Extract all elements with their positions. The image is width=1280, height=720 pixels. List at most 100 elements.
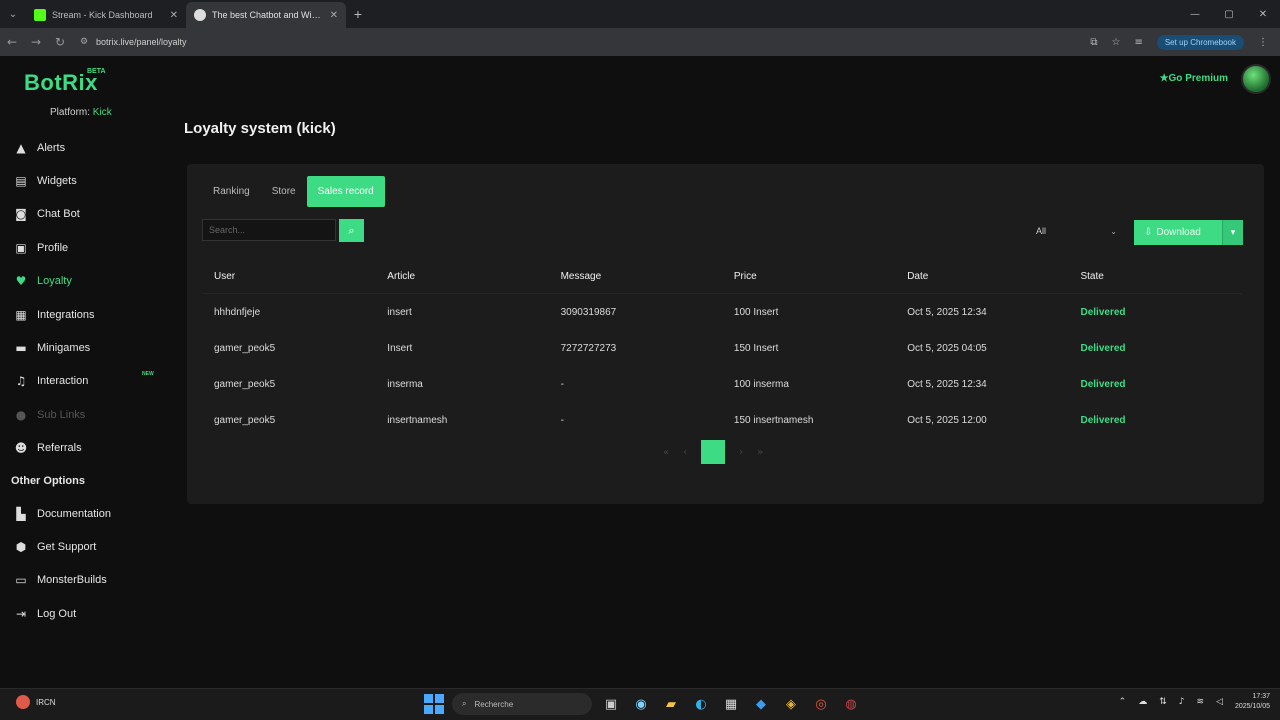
sidebar-item-chat-bot[interactable]: ◙ Chat Bot <box>0 198 155 231</box>
os-taskbar: IRCN ⌕ Recherche ▣ ◉ ▰ ◐ ▦ ◆ ◈ ◎ ◍ ⌃ ☁ ⇅ … <box>0 688 1280 720</box>
other-options-heading: Other Options <box>11 475 85 487</box>
widgets-icon: ▤ <box>15 174 27 189</box>
column-header[interactable]: Date <box>895 271 1068 282</box>
sidebar-item-alerts[interactable]: ▲ Alerts <box>0 131 155 164</box>
forward-icon[interactable]: → <box>24 35 48 49</box>
browser-tab-active[interactable]: The best Chatbot and Widget... ✕ <box>186 2 346 28</box>
vscode-icon[interactable]: ◆ <box>750 693 772 715</box>
minimize-icon[interactable]: — <box>1178 0 1212 28</box>
sidebar-item-loyalty[interactable]: ♥ Loyalty <box>0 265 155 298</box>
sidebar-item-label: Profile <box>37 241 69 254</box>
site-info-icon[interactable]: ⚙ <box>80 37 90 47</box>
volume-icon[interactable]: ◁ <box>1216 697 1223 707</box>
wifi-icon[interactable]: ≋ <box>1196 697 1204 707</box>
browser-tab[interactable]: Stream - Kick Dashboard ✕ <box>26 2 186 28</box>
support-icon: ⬢ <box>15 540 27 555</box>
profile-resume-button[interactable]: Set up Chromebook <box>1156 34 1244 50</box>
sidebar-item-integrations[interactable]: ▦ Integrations <box>0 298 155 331</box>
avatar[interactable] <box>1241 64 1271 94</box>
mic-icon[interactable]: ♪ <box>1179 697 1185 707</box>
search-button[interactable]: ⌕ <box>339 219 364 242</box>
sidebar-item-log-out[interactable]: ⇥ Log Out <box>0 597 155 630</box>
back-icon[interactable]: ← <box>0 35 24 49</box>
sidebar-item-documentation[interactable]: ▙ Documentation <box>0 497 155 530</box>
file-explorer-icon[interactable]: ▰ <box>660 693 682 715</box>
column-header[interactable]: User <box>202 271 375 282</box>
status-badge[interactable]: Delivered <box>1068 307 1241 318</box>
search-input[interactable] <box>202 219 336 241</box>
cell-message: 3090319867 <box>560 306 617 318</box>
logout-icon: ⇥ <box>15 606 27 621</box>
chrome-icon[interactable]: ◎ <box>810 693 832 715</box>
sidebar-item-interaction[interactable]: ♫ Interaction NEW <box>0 365 155 398</box>
first-page-icon[interactable]: « <box>663 447 669 458</box>
sidebar-nav: ▲ Alerts ▤ Widgets ◙ Chat Bot ▣ Profile ♥ Loy… <box>0 131 155 465</box>
state-filter-select[interactable]: All ⌄ <box>1030 222 1123 240</box>
sidebar-item-monsterbuilds[interactable]: ▭ MonsterBuilds <box>0 564 155 597</box>
status-badge[interactable]: Delivered <box>1068 343 1241 354</box>
weather-widget[interactable]: IRCN <box>16 695 56 709</box>
sidebar-item-label: Alerts <box>37 141 66 154</box>
chevron-up-icon[interactable]: ⌃ <box>1119 697 1127 707</box>
copilot-icon[interactable]: ◉ <box>630 693 652 715</box>
sidebar-item-referrals[interactable]: ☻ Referrals <box>0 432 155 465</box>
profile-icon: ▣ <box>15 240 27 255</box>
page-current[interactable]: 1 <box>701 440 726 464</box>
maximize-icon[interactable]: ▢ <box>1212 0 1246 28</box>
tab-search-button[interactable]: ⌄ <box>0 0 26 28</box>
sidebar-item-minigames[interactable]: ▬ Minigames <box>0 331 155 364</box>
new-tab-button[interactable]: + <box>346 6 370 22</box>
column-header[interactable]: Price <box>722 271 895 282</box>
sidebar-item-profile[interactable]: ▣ Profile <box>0 231 155 264</box>
url-field[interactable]: ⚙ botrix.live/panel/loyalty <box>80 32 1090 52</box>
bookmark-star-icon[interactable]: ☆ <box>1111 37 1120 48</box>
cloud-icon[interactable]: ☁ <box>1138 697 1147 707</box>
windows-start-icon[interactable] <box>424 694 444 714</box>
search-icon: ⌕ <box>348 223 355 237</box>
column-header[interactable]: Message <box>549 271 722 282</box>
reload-icon[interactable]: ↻ <box>48 35 72 49</box>
clock[interactable]: 17:37 2025/10/05 <box>1235 692 1270 712</box>
task-view-icon[interactable]: ▣ <box>600 693 622 715</box>
network-icon[interactable]: ⇅ <box>1159 697 1167 707</box>
tab-sales-record[interactable]: Sales record <box>306 176 385 207</box>
reading-list-icon[interactable]: ≡ <box>1134 37 1142 48</box>
sidebar-other-nav: ▙ Documentation ⬢ Get Support ▭ MonsterBuil… <box>0 497 155 631</box>
sidebar-item-label: Sub Links <box>37 408 86 421</box>
sidebar-item-get-support[interactable]: ⬢ Get Support <box>0 530 155 563</box>
app-icon[interactable]: ◍ <box>840 693 862 715</box>
table-row: gamer_peok5 insertnamesh - 150 insertnam… <box>202 402 1242 438</box>
taskbar-search[interactable]: ⌕ Recherche <box>452 693 592 715</box>
table-header-row: User Article Message Price Date State <box>202 260 1242 294</box>
close-tab-icon[interactable]: ✕ <box>170 10 178 21</box>
status-badge[interactable]: Delivered <box>1068 415 1241 426</box>
column-header[interactable]: Article <box>375 271 548 282</box>
close-window-icon[interactable]: ✕ <box>1246 0 1280 28</box>
weather-text: IRCN <box>36 697 56 707</box>
sidebar-item-sub-links[interactable]: ● Sub Links <box>0 398 155 431</box>
loyalty-icon: ♥ <box>15 274 27 289</box>
cell-article: insertnamesh <box>387 414 448 426</box>
sidebar-item-label: Integrations <box>37 308 95 321</box>
tab-store[interactable]: Store <box>261 176 307 207</box>
store-icon[interactable]: ▦ <box>720 693 742 715</box>
pagination: « ‹ 1 › » <box>663 440 763 464</box>
sidebar-item-label: Minigames <box>37 342 91 355</box>
download-options-button[interactable]: ▾ <box>1222 220 1243 245</box>
column-header[interactable]: State <box>1068 271 1241 282</box>
go-premium-link[interactable]: ★Go Premium <box>1160 73 1228 84</box>
chevron-down-icon: ⌄ <box>1110 226 1117 236</box>
menu-kebab-icon[interactable]: ⋮ <box>1258 37 1268 48</box>
app-icon[interactable]: ◈ <box>780 693 802 715</box>
tab-ranking[interactable]: Ranking <box>202 176 261 207</box>
edge-icon[interactable]: ◐ <box>690 693 712 715</box>
close-tab-icon[interactable]: ✕ <box>330 10 338 21</box>
sidebar-item-widgets[interactable]: ▤ Widgets <box>0 164 155 197</box>
prev-page-icon[interactable]: ‹ <box>683 447 687 458</box>
translate-icon[interactable]: ⧉ <box>1090 37 1097 48</box>
app-container: BotRix BETA Platform: Kick ▲ Alerts ▤ Widg… <box>0 56 1280 688</box>
status-badge[interactable]: Delivered <box>1068 379 1241 390</box>
last-page-icon[interactable]: » <box>757 447 763 458</box>
download-button[interactable]: ⇩ Download <box>1134 220 1222 245</box>
next-page-icon[interactable]: › <box>739 447 743 458</box>
